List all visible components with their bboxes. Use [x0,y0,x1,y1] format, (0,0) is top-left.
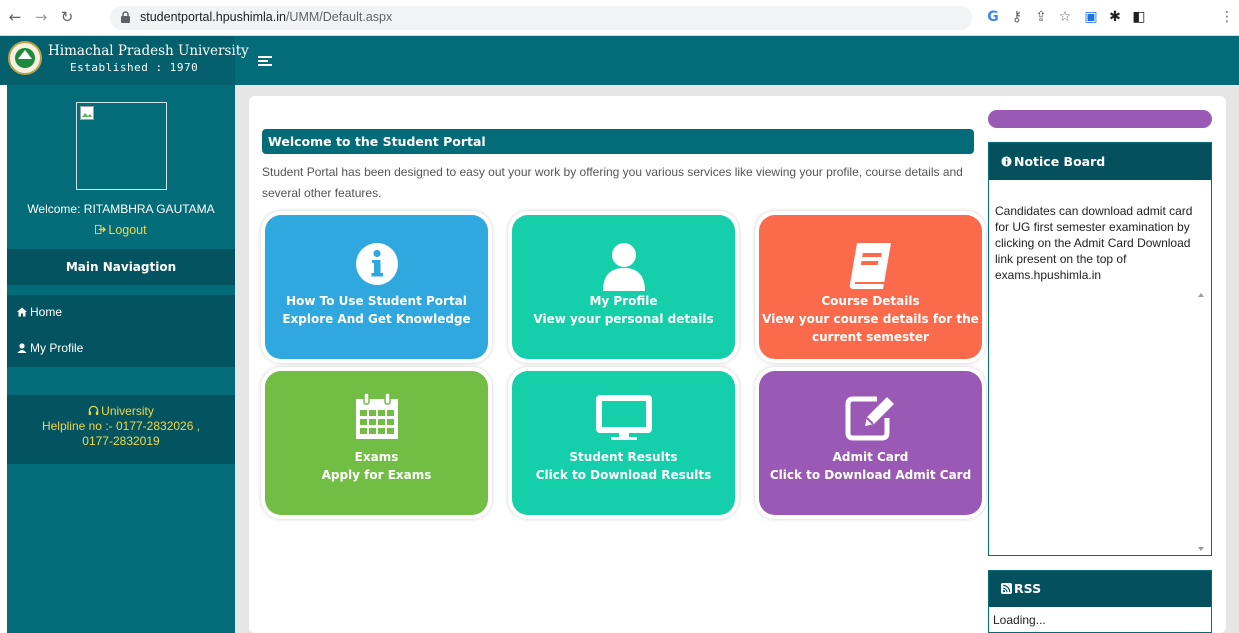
tile-subtitle: Apply for Exams [321,468,432,482]
extension-icon[interactable]: ▣ [1082,8,1100,26]
tile-student-results[interactable]: Student Results Click to Download Result… [512,371,735,515]
address-bar[interactable]: studentportal.hpushimla.in/UMM/Default.a… [110,6,972,30]
notice-text: Candidates can download admit card for U… [995,204,1193,282]
tile-subtitle: Click to Download Results [535,468,712,482]
intro-text: Student Portal has been designed to easy… [262,165,963,200]
headphones-icon [88,405,99,416]
google-icon[interactable]: G [984,8,1002,26]
rss-header: RSS [989,571,1211,607]
broken-image-icon [80,106,94,120]
university-name: Himachal Pradesh University [48,43,249,59]
helpline-box: University Helpline no :- 0177-2832026 ,… [7,395,235,464]
tile-title: Exams [354,450,399,464]
book-icon [759,241,982,295]
helpline-number: Helpline no :- 0177-2832026 , [41,419,201,433]
share-icon[interactable]: ⇪ [1032,8,1050,26]
sidepanel-icon[interactable]: ◧ [1130,8,1148,26]
info-icon [265,241,488,295]
menu-icon[interactable]: ⋮ [1218,8,1236,26]
marquee-bar [988,110,1212,128]
welcome-text: Welcome: RITAMBHRA GAUTAMA [27,202,215,216]
university-logo [8,41,42,75]
tile-title: Course Details [821,294,920,308]
logout-icon [95,224,107,235]
tile-title: How To Use Student Portal [286,294,467,308]
notice-scrollbar[interactable] [1195,293,1207,551]
notice-board-title: Notice Board [1014,154,1106,169]
url-text: studentportal.hpushimla.in/UMM/Default.a… [140,10,393,24]
forward-icon[interactable]: → [32,8,50,26]
puzzle-icon[interactable]: ✱ [1106,8,1124,26]
home-icon [17,307,27,317]
calendar-icon [265,393,488,447]
lock-icon [121,11,130,23]
brand[interactable]: Himachal Pradesh University Established … [0,36,249,85]
rss-loading-text: Loading... [993,613,1046,627]
tile-subtitle: View your personal details [533,312,714,326]
rss-icon [1001,583,1012,594]
tile-subtitle: Click to Download Admit Card [769,468,972,482]
page-title: Welcome to the Student Portal [262,129,974,154]
tile-title: Student Results [569,450,678,464]
reload-icon[interactable]: ↻ [58,8,76,26]
tile-subtitle: Explore And Get Knowledge [282,312,471,326]
edit-icon [759,393,982,447]
logout-label: Logout [108,223,147,237]
back-icon[interactable]: ← [6,8,24,26]
notice-board: Notice Board Candidates can download adm… [988,142,1212,556]
monitor-icon [512,393,735,447]
rss-title: RSS [1014,581,1042,596]
sidebar-item-label: My Profile [30,341,84,355]
tile-subtitle: View your course details for the [762,312,979,326]
tile-admit-card[interactable]: Admit Card Click to Download Admit Card [759,371,982,515]
tile-title: My Profile [589,294,658,308]
tile-subtitle-2: current semester [812,330,929,344]
helpline-number-2: 0177-2832019 [82,434,160,448]
logout-link[interactable]: Logout [7,223,235,237]
info-icon [1001,156,1012,167]
profile-photo [76,102,167,190]
nav-heading: Main Naviagtion [7,249,235,285]
key-icon[interactable]: ⚷ [1008,8,1026,26]
tile-title: Admit Card [832,450,909,464]
sidebar-item-home[interactable]: Home [17,305,62,319]
sidebar-item-label: Home [30,305,63,319]
tile-my-profile[interactable]: My Profile View your personal details [512,215,735,359]
sidebar-item-my-profile[interactable]: My Profile [17,341,83,355]
user-icon [17,343,27,353]
user-icon [512,241,735,295]
tile-course-details[interactable]: Course Details View your course details … [759,215,982,359]
helpline-title: University [101,404,154,418]
star-icon[interactable]: ☆ [1056,8,1074,26]
browser-toolbar: ← → ↻ studentportal.hpushimla.in/UMM/Def… [0,0,1239,36]
rss-panel: RSS Loading... [988,570,1212,633]
tile-how-to-use[interactable]: How To Use Student Portal Explore And Ge… [265,215,488,359]
notice-board-header: Notice Board [989,143,1211,180]
established-text: Established : 1970 [70,61,199,74]
hamburger-icon[interactable] [258,56,272,67]
tile-exams[interactable]: Exams Apply for Exams [265,371,488,515]
